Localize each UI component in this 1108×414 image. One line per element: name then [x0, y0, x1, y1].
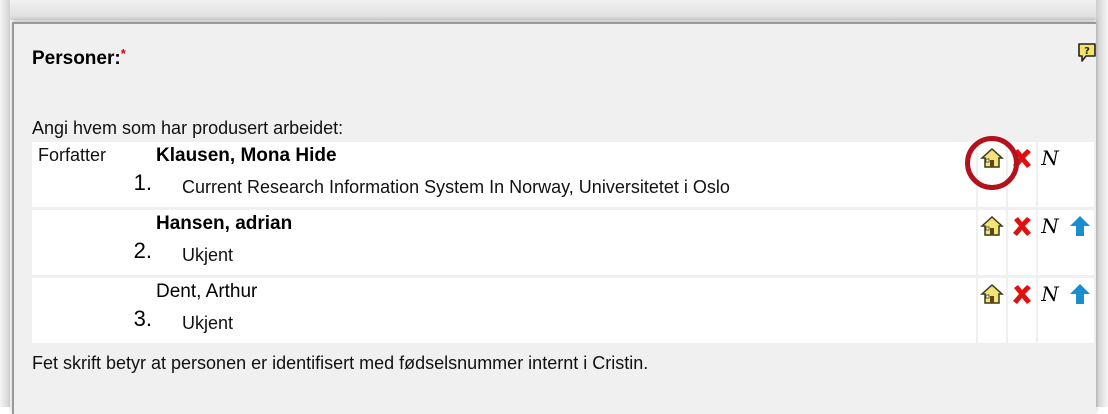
person-info-cell: Dent, Arthur 3. Ukjent [32, 278, 976, 343]
name-icon[interactable]: N [1038, 146, 1062, 170]
icon-cell: N [1038, 210, 1066, 275]
svg-text:N: N [1040, 282, 1060, 306]
person-affiliation: Ukjent [182, 245, 234, 265]
window-frame-left [0, 0, 10, 407]
person-info-cell: Hansen, adrian 2. Ukjent [32, 210, 976, 275]
icon-cell [1008, 210, 1036, 275]
section-title: Personer:* [32, 46, 126, 70]
svg-text:N: N [1040, 146, 1060, 170]
delete-icon[interactable] [1010, 214, 1034, 238]
icon-cell: N [1038, 278, 1066, 343]
icon-cell [978, 210, 1006, 275]
name-icon[interactable]: N [1038, 282, 1062, 306]
svg-text:N: N [1040, 214, 1060, 238]
person-number: 2. [133, 238, 152, 263]
person-name: Hansen, adrian [156, 213, 293, 234]
person-row-2: Hansen, adrian 2. Ukjent N [32, 210, 1094, 275]
section-title-text: Personer: [32, 48, 121, 69]
svg-text:?: ? [1084, 46, 1090, 57]
person-row-1: Forfatter Klausen, Mona Hide 1. Current … [32, 142, 1094, 207]
role-label: Forfatter [38, 145, 107, 165]
person-row-3: Dent, Arthur 3. Ukjent N [32, 278, 1094, 343]
move-up-icon[interactable] [1068, 282, 1092, 306]
home-icon[interactable] [980, 214, 1004, 238]
speech-bubble-question-icon[interactable]: ? [1077, 42, 1097, 64]
person-number: 1. [133, 170, 152, 195]
delete-icon[interactable] [1010, 282, 1034, 306]
person-affiliation: Ukjent [182, 313, 234, 333]
move-up-icon[interactable] [1068, 214, 1092, 238]
required-mark: * [120, 46, 126, 61]
icon-cell [1066, 142, 1094, 207]
home-icon[interactable] [980, 282, 1004, 306]
icon-cell [1008, 278, 1036, 343]
person-info-cell: Forfatter Klausen, Mona Hide 1. Current … [32, 142, 976, 207]
icon-cell [1066, 210, 1094, 275]
name-icon[interactable]: N [1038, 214, 1062, 238]
person-number: 3. [133, 306, 152, 331]
person-name: Dent, Arthur [156, 281, 258, 302]
window-frame-top [0, 0, 1108, 20]
icon-cell: N [1038, 142, 1066, 207]
person-name: Klausen, Mona Hide [156, 145, 337, 166]
highlight-circle [965, 136, 1019, 190]
icon-cell [978, 278, 1006, 343]
instruction-text: Angi hvem som har produsert arbeidet: [32, 118, 344, 138]
window-frame-right [1096, 0, 1108, 407]
icon-cell [1066, 278, 1094, 343]
person-affiliation: Current Research Information System In N… [182, 177, 730, 197]
personer-panel: Personer:* ? Angi hvem som har produsert… [12, 22, 1096, 414]
footer-note: Fet skrift betyr at personen er identifi… [32, 353, 649, 373]
